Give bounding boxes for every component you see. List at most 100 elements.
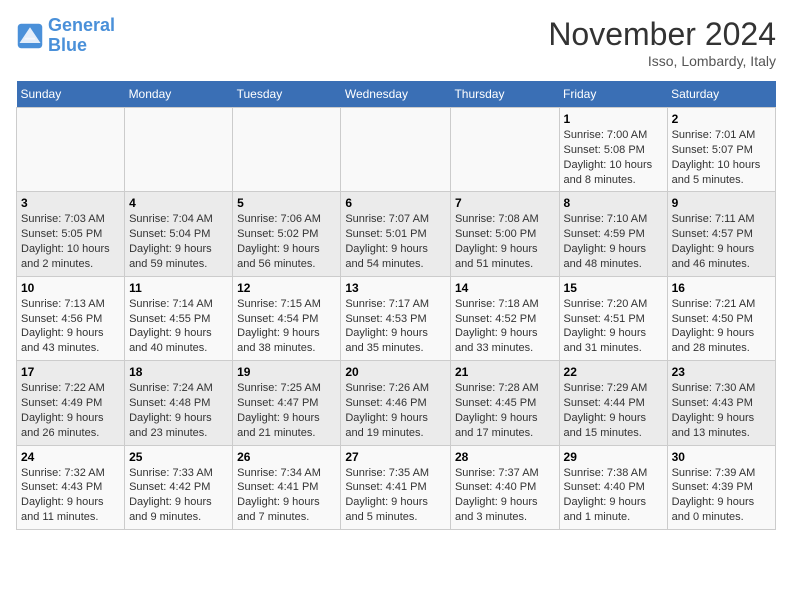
weekday-header-tuesday: Tuesday [233,81,341,108]
day-info: Sunrise: 7:01 AMSunset: 5:07 PMDaylight:… [672,128,771,187]
calendar-cell: 5Sunrise: 7:06 AMSunset: 5:02 PMDaylight… [233,192,341,276]
logo-icon [16,22,44,50]
weekday-header-friday: Friday [559,81,667,108]
day-info: Sunrise: 7:38 AMSunset: 4:40 PMDaylight:… [564,466,663,525]
day-info: Sunrise: 7:29 AMSunset: 4:44 PMDaylight:… [564,381,663,440]
calendar-cell: 27 Sunrise: 7:35 AMSunset: 4:41 PMDayligh… [341,445,451,529]
day-number: 11 [129,281,228,295]
calendar-week-2: 3 Sunrise: 7:03 AMSunset: 5:05 PMDaylight… [17,192,776,276]
day-number: 27 [345,450,446,464]
calendar-week-4: 17 Sunrise: 7:22 AMSunset: 4:49 PMDayligh… [17,361,776,445]
day-number: 12 [237,281,336,295]
day-number: 14 [455,281,555,295]
day-info: Sunrise: 7:15 AMSunset: 4:54 PMDaylight:… [237,297,336,356]
day-info: Sunrise: 7:22 AMSunset: 4:49 PMDaylight:… [21,381,120,440]
location-subtitle: Isso, Lombardy, Italy [548,53,776,69]
calendar-cell: 11 Sunrise: 7:14 AMSunset: 4:55 PMDayligh… [125,276,233,360]
day-info: Sunrise: 7:13 AMSunset: 4:56 PMDaylight:… [21,297,120,356]
day-number: 29 [564,450,663,464]
day-info: Sunrise: 7:32 AMSunset: 4:43 PMDaylight:… [21,466,120,525]
day-info: Sunrise: 7:37 AMSunset: 4:40 PMDaylight:… [455,466,555,525]
day-number: 18 [129,365,228,379]
calendar-week-1: 1Sunrise: 7:00 AMSunset: 5:08 PMDaylight… [17,108,776,192]
calendar-cell: 23 Sunrise: 7:30 AMSunset: 4:43 PMDayligh… [667,361,775,445]
day-number: 7 [455,196,555,210]
logo-text: General Blue [48,16,115,56]
day-number: 21 [455,365,555,379]
day-number: 26 [237,450,336,464]
calendar-cell: 9 Sunrise: 7:11 AMSunset: 4:57 PMDaylight… [667,192,775,276]
calendar-cell: 10 Sunrise: 7:13 AMSunset: 4:56 PMDayligh… [17,276,125,360]
calendar-cell [341,108,451,192]
day-info: Sunrise: 7:35 AMSunset: 4:41 PMDaylight:… [345,466,446,525]
calendar-cell: 13 Sunrise: 7:17 AMSunset: 4:53 PMDayligh… [341,276,451,360]
calendar-body: 1Sunrise: 7:00 AMSunset: 5:08 PMDaylight… [17,108,776,530]
calendar-cell: 14 Sunrise: 7:18 AMSunset: 4:52 PMDayligh… [450,276,559,360]
day-info: Sunrise: 7:26 AMSunset: 4:46 PMDaylight:… [345,381,446,440]
calendar-cell: 29 Sunrise: 7:38 AMSunset: 4:40 PMDayligh… [559,445,667,529]
calendar-week-5: 24Sunrise: 7:32 AMSunset: 4:43 PMDayligh… [17,445,776,529]
calendar-cell: 8Sunrise: 7:10 AMSunset: 4:59 PMDaylight… [559,192,667,276]
calendar-cell: 26 Sunrise: 7:34 AMSunset: 4:41 PMDayligh… [233,445,341,529]
day-info: Sunrise: 7:24 AMSunset: 4:48 PMDaylight:… [129,381,228,440]
day-number: 20 [345,365,446,379]
calendar-cell [125,108,233,192]
calendar-cell: 18 Sunrise: 7:24 AMSunset: 4:48 PMDayligh… [125,361,233,445]
day-number: 1 [564,112,663,126]
day-number: 23 [672,365,771,379]
calendar-cell: 1Sunrise: 7:00 AMSunset: 5:08 PMDaylight… [559,108,667,192]
calendar-cell: 22 Sunrise: 7:29 AMSunset: 4:44 PMDayligh… [559,361,667,445]
day-number: 6 [345,196,446,210]
calendar-cell: 19 Sunrise: 7:25 AMSunset: 4:47 PMDayligh… [233,361,341,445]
day-number: 22 [564,365,663,379]
day-info: Sunrise: 7:21 AMSunset: 4:50 PMDaylight:… [672,297,771,356]
day-info: Sunrise: 7:34 AMSunset: 4:41 PMDaylight:… [237,466,336,525]
calendar-cell: 2 Sunrise: 7:01 AMSunset: 5:07 PMDaylight… [667,108,775,192]
day-info: Sunrise: 7:28 AMSunset: 4:45 PMDaylight:… [455,381,555,440]
calendar-cell: 30 Sunrise: 7:39 AMSunset: 4:39 PMDayligh… [667,445,775,529]
calendar-cell: 16Sunrise: 7:21 AMSunset: 4:50 PMDayligh… [667,276,775,360]
weekday-header-sunday: Sunday [17,81,125,108]
calendar-cell: 15Sunrise: 7:20 AMSunset: 4:51 PMDayligh… [559,276,667,360]
day-info: Sunrise: 7:03 AMSunset: 5:05 PMDaylight:… [21,212,120,271]
calendar-cell: 7 Sunrise: 7:08 AMSunset: 5:00 PMDaylight… [450,192,559,276]
day-number: 17 [21,365,120,379]
calendar-cell [450,108,559,192]
day-info: Sunrise: 7:39 AMSunset: 4:39 PMDaylight:… [672,466,771,525]
day-number: 2 [672,112,771,126]
day-number: 3 [21,196,120,210]
day-number: 9 [672,196,771,210]
day-info: Sunrise: 7:07 AMSunset: 5:01 PMDaylight:… [345,212,446,271]
day-info: Sunrise: 7:11 AMSunset: 4:57 PMDaylight:… [672,212,771,271]
day-info: Sunrise: 7:17 AMSunset: 4:53 PMDaylight:… [345,297,446,356]
day-number: 30 [672,450,771,464]
weekday-header-monday: Monday [125,81,233,108]
calendar-cell: 12 Sunrise: 7:15 AMSunset: 4:54 PMDayligh… [233,276,341,360]
weekday-header-wednesday: Wednesday [341,81,451,108]
day-info: Sunrise: 7:25 AMSunset: 4:47 PMDaylight:… [237,381,336,440]
day-info: Sunrise: 7:04 AMSunset: 5:04 PMDaylight:… [129,212,228,271]
calendar-week-3: 10 Sunrise: 7:13 AMSunset: 4:56 PMDayligh… [17,276,776,360]
calendar-cell [233,108,341,192]
calendar-cell [17,108,125,192]
day-number: 19 [237,365,336,379]
calendar-cell: 25Sunrise: 7:33 AMSunset: 4:42 PMDayligh… [125,445,233,529]
calendar-cell: 3 Sunrise: 7:03 AMSunset: 5:05 PMDaylight… [17,192,125,276]
weekday-header-row: SundayMondayTuesdayWednesdayThursdayFrid… [17,81,776,108]
day-number: 10 [21,281,120,295]
title-block: November 2024 Isso, Lombardy, Italy [548,16,776,69]
day-number: 28 [455,450,555,464]
day-info: Sunrise: 7:20 AMSunset: 4:51 PMDaylight:… [564,297,663,356]
calendar-cell: 4Sunrise: 7:04 AMSunset: 5:04 PMDaylight… [125,192,233,276]
day-info: Sunrise: 7:18 AMSunset: 4:52 PMDaylight:… [455,297,555,356]
calendar-cell: 17 Sunrise: 7:22 AMSunset: 4:49 PMDayligh… [17,361,125,445]
day-info: Sunrise: 7:30 AMSunset: 4:43 PMDaylight:… [672,381,771,440]
calendar-cell: 6 Sunrise: 7:07 AMSunset: 5:01 PMDaylight… [341,192,451,276]
day-number: 13 [345,281,446,295]
calendar-cell: 24Sunrise: 7:32 AMSunset: 4:43 PMDayligh… [17,445,125,529]
day-number: 8 [564,196,663,210]
day-info: Sunrise: 7:08 AMSunset: 5:00 PMDaylight:… [455,212,555,271]
day-number: 25 [129,450,228,464]
day-info: Sunrise: 7:14 AMSunset: 4:55 PMDaylight:… [129,297,228,356]
calendar-cell: 21 Sunrise: 7:28 AMSunset: 4:45 PMDayligh… [450,361,559,445]
